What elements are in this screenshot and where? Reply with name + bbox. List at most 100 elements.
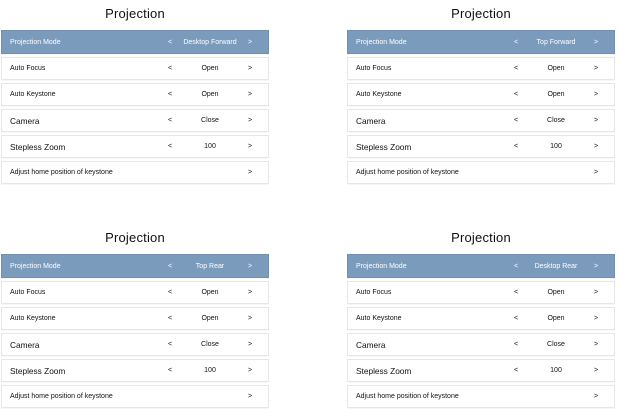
row-label: Camera	[10, 339, 40, 350]
increase-button[interactable]: >	[588, 143, 604, 150]
auto-focus-row[interactable]: Auto Focus < Open >	[347, 57, 615, 80]
camera-row[interactable]: Camera < Close >	[1, 333, 269, 356]
stepless-zoom-row[interactable]: Stepless Zoom < 100 >	[347, 359, 615, 382]
row-value: Open	[201, 289, 219, 296]
prev-option-button[interactable]: <	[162, 65, 178, 72]
row-label: Camera	[10, 115, 40, 126]
row-value: Close	[547, 341, 565, 348]
row-label: Auto Keystone	[356, 91, 402, 98]
increase-button[interactable]: >	[588, 367, 604, 374]
prev-option-button[interactable]: <	[508, 91, 524, 98]
prev-option-button[interactable]: <	[508, 289, 524, 296]
camera-row[interactable]: Camera < Close >	[347, 109, 615, 132]
row-value: Open	[201, 91, 219, 98]
row-label: Auto Focus	[356, 65, 392, 72]
next-option-button[interactable]: >	[588, 39, 604, 46]
next-option-button[interactable]: >	[588, 263, 604, 270]
row-value: Close	[547, 117, 565, 124]
next-option-button[interactable]: >	[242, 315, 258, 322]
stepless-zoom-row[interactable]: Stepless Zoom < 100 >	[1, 135, 269, 158]
row-value: Top Rear	[195, 262, 225, 270]
projection-panel-top-rear: Projection Projection Mode < Top Rear > …	[1, 224, 269, 411]
auto-keystone-row[interactable]: Auto Keystone < Open >	[1, 83, 269, 106]
row-value: Top Forward	[536, 38, 576, 46]
row-label: Projection Mode	[10, 38, 61, 46]
decrease-button[interactable]: <	[508, 367, 524, 374]
prev-option-button[interactable]: <	[162, 117, 178, 124]
projection-mode-row[interactable]: Projection Mode < Desktop Forward >	[1, 30, 269, 54]
next-option-button[interactable]: >	[588, 117, 604, 124]
next-option-button[interactable]: >	[242, 65, 258, 72]
panel-title: Projection	[105, 230, 165, 245]
row-label: Auto Keystone	[10, 91, 56, 98]
row-value: Close	[201, 341, 219, 348]
next-option-button[interactable]: >	[588, 315, 604, 322]
next-option-button[interactable]: >	[242, 289, 258, 296]
increase-button[interactable]: >	[242, 367, 258, 374]
projection-mode-row[interactable]: Projection Mode < Desktop Rear >	[347, 254, 615, 278]
prev-option-button[interactable]: <	[162, 39, 178, 46]
auto-focus-row[interactable]: Auto Focus < Open >	[347, 281, 615, 304]
row-label: Projection Mode	[356, 262, 407, 270]
decrease-button[interactable]: <	[162, 367, 178, 374]
row-value: Open	[547, 65, 565, 72]
row-label: Camera	[356, 115, 386, 126]
enter-chevron-icon[interactable]: >	[242, 169, 258, 176]
next-option-button[interactable]: >	[242, 91, 258, 98]
adjust-keystone-home-row[interactable]: Adjust home position of keystone >	[347, 385, 615, 408]
prev-option-button[interactable]: <	[508, 263, 524, 270]
stepless-zoom-row[interactable]: Stepless Zoom < 100 >	[1, 359, 269, 382]
increase-button[interactable]: >	[242, 143, 258, 150]
adjust-keystone-home-row[interactable]: Adjust home position of keystone >	[1, 161, 269, 184]
next-option-button[interactable]: >	[588, 289, 604, 296]
prev-option-button[interactable]: <	[508, 341, 524, 348]
row-label: Adjust home position of keystone	[356, 169, 459, 176]
enter-chevron-icon[interactable]: >	[588, 169, 604, 176]
prev-option-button[interactable]: <	[508, 39, 524, 46]
enter-chevron-icon[interactable]: >	[588, 393, 604, 400]
next-option-button[interactable]: >	[242, 117, 258, 124]
enter-chevron-icon[interactable]: >	[242, 393, 258, 400]
prev-option-button[interactable]: <	[508, 315, 524, 322]
auto-keystone-row[interactable]: Auto Keystone < Open >	[1, 307, 269, 330]
row-label: Auto Focus	[10, 289, 46, 296]
auto-keystone-row[interactable]: Auto Keystone < Open >	[347, 83, 615, 106]
auto-focus-row[interactable]: Auto Focus < Open >	[1, 57, 269, 80]
adjust-keystone-home-row[interactable]: Adjust home position of keystone >	[1, 385, 269, 408]
stepless-zoom-row[interactable]: Stepless Zoom < 100 >	[347, 135, 615, 158]
row-label: Stepless Zoom	[356, 141, 412, 152]
camera-row[interactable]: Camera < Close >	[347, 333, 615, 356]
row-value: Desktop Rear	[534, 262, 578, 270]
decrease-button[interactable]: <	[162, 143, 178, 150]
row-label: Stepless Zoom	[10, 365, 66, 376]
prev-option-button[interactable]: <	[162, 315, 178, 322]
camera-row[interactable]: Camera < Close >	[1, 109, 269, 132]
projection-mode-row[interactable]: Projection Mode < Top Forward >	[347, 30, 615, 54]
row-label: Adjust home position of keystone	[10, 393, 113, 400]
auto-keystone-row[interactable]: Auto Keystone < Open >	[347, 307, 615, 330]
next-option-button[interactable]: >	[588, 65, 604, 72]
prev-option-button[interactable]: <	[508, 65, 524, 72]
prev-option-button[interactable]: <	[162, 263, 178, 270]
next-option-button[interactable]: >	[588, 91, 604, 98]
decrease-button[interactable]: <	[508, 143, 524, 150]
row-value: Open	[547, 289, 565, 296]
row-label: Stepless Zoom	[10, 141, 66, 152]
row-value: Open	[547, 91, 565, 98]
prev-option-button[interactable]: <	[162, 341, 178, 348]
next-option-button[interactable]: >	[588, 341, 604, 348]
row-value: 100	[550, 367, 562, 374]
next-option-button[interactable]: >	[242, 263, 258, 270]
prev-option-button[interactable]: <	[162, 289, 178, 296]
adjust-keystone-home-row[interactable]: Adjust home position of keystone >	[347, 161, 615, 184]
projection-panel-desktop-rear: Projection Projection Mode < Desktop Rea…	[347, 224, 615, 411]
next-option-button[interactable]: >	[242, 341, 258, 348]
auto-focus-row[interactable]: Auto Focus < Open >	[1, 281, 269, 304]
prev-option-button[interactable]: <	[508, 117, 524, 124]
next-option-button[interactable]: >	[242, 39, 258, 46]
prev-option-button[interactable]: <	[162, 91, 178, 98]
projection-panel-desktop-forward: Projection Projection Mode < Desktop For…	[1, 0, 269, 187]
row-value: 100	[550, 143, 562, 150]
projection-mode-row[interactable]: Projection Mode < Top Rear >	[1, 254, 269, 278]
projection-panel-top-forward: Projection Projection Mode < Top Forward…	[347, 0, 615, 187]
